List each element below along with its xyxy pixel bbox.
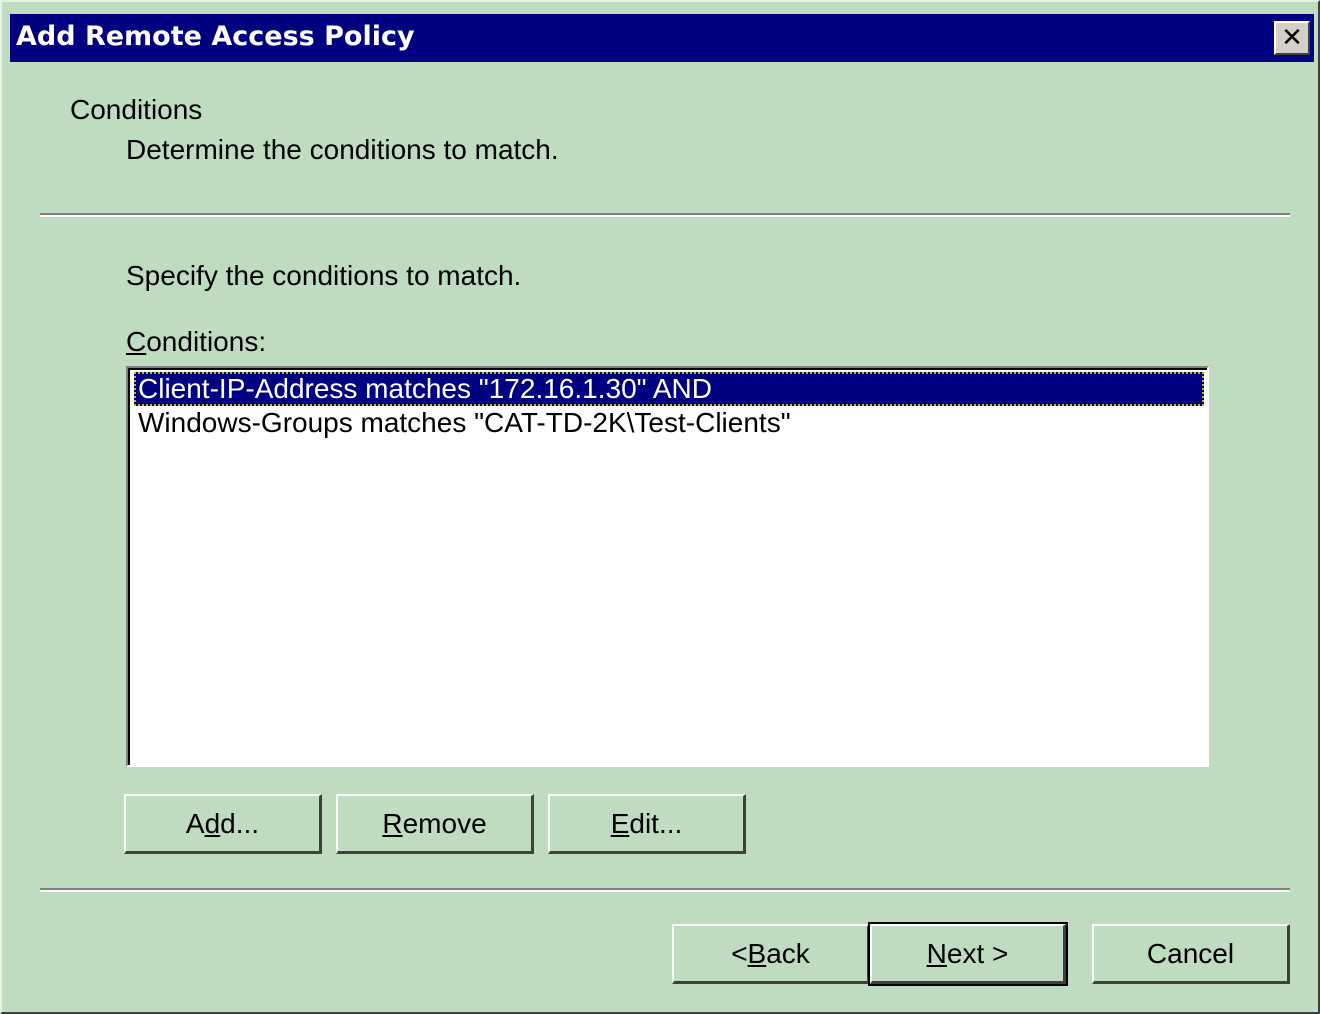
conditions-label-text: onditions: — [146, 326, 267, 357]
remove-button-label-post: emove — [402, 807, 487, 839]
add-button-mnemonic: d — [204, 807, 221, 839]
back-button-mnemonic: B — [747, 937, 767, 969]
next-button-label-post: ext > — [946, 937, 1009, 969]
window-title: Add Remote Access Policy — [16, 21, 415, 52]
wizard-page-title: Conditions — [70, 94, 203, 125]
conditions-label: Conditions: — [126, 326, 266, 358]
close-button[interactable]: ✕ — [1274, 21, 1310, 55]
instruction-text: Specify the conditions to match. — [126, 260, 522, 291]
back-button-label-pre: < — [731, 937, 748, 969]
conditions-listbox[interactable]: Client-IP-Address matches "172.16.1.30" … — [126, 366, 1209, 767]
add-remote-access-policy-dialog: Add Remote Access Policy ✕ Conditions De… — [0, 0, 1320, 1014]
add-button-label-post: d... — [220, 807, 260, 839]
wizard-page-subtitle: Determine the conditions to match. — [126, 134, 559, 165]
next-button[interactable]: Next > — [868, 922, 1068, 986]
edit-button[interactable]: Edit... — [548, 794, 746, 854]
remove-button[interactable]: Remove — [336, 794, 534, 854]
add-button[interactable]: Ad d... — [124, 794, 322, 854]
cancel-button-label: Cancel — [1146, 937, 1235, 969]
add-button-label-pre: A — [185, 807, 205, 839]
footer-divider — [40, 888, 1290, 892]
title-bar[interactable]: Add Remote Access Policy ✕ — [10, 14, 1314, 62]
back-button[interactable]: < Back — [672, 924, 870, 984]
edit-button-label-post: dit... — [629, 807, 683, 839]
conditions-label-mnemonic: C — [126, 326, 147, 357]
edit-button-mnemonic: E — [610, 807, 630, 839]
condition-item[interactable]: Windows-Groups matches "CAT-TD-2K\Test-C… — [134, 406, 795, 440]
next-button-mnemonic: N — [926, 937, 947, 969]
remove-button-mnemonic: R — [382, 807, 403, 839]
back-button-label-post: ack — [766, 937, 810, 969]
cancel-button[interactable]: Cancel — [1092, 924, 1290, 984]
close-icon: ✕ — [1281, 23, 1303, 53]
condition-item[interactable]: Client-IP-Address matches "172.16.1.30" … — [134, 372, 1204, 406]
header-divider — [40, 213, 1290, 217]
